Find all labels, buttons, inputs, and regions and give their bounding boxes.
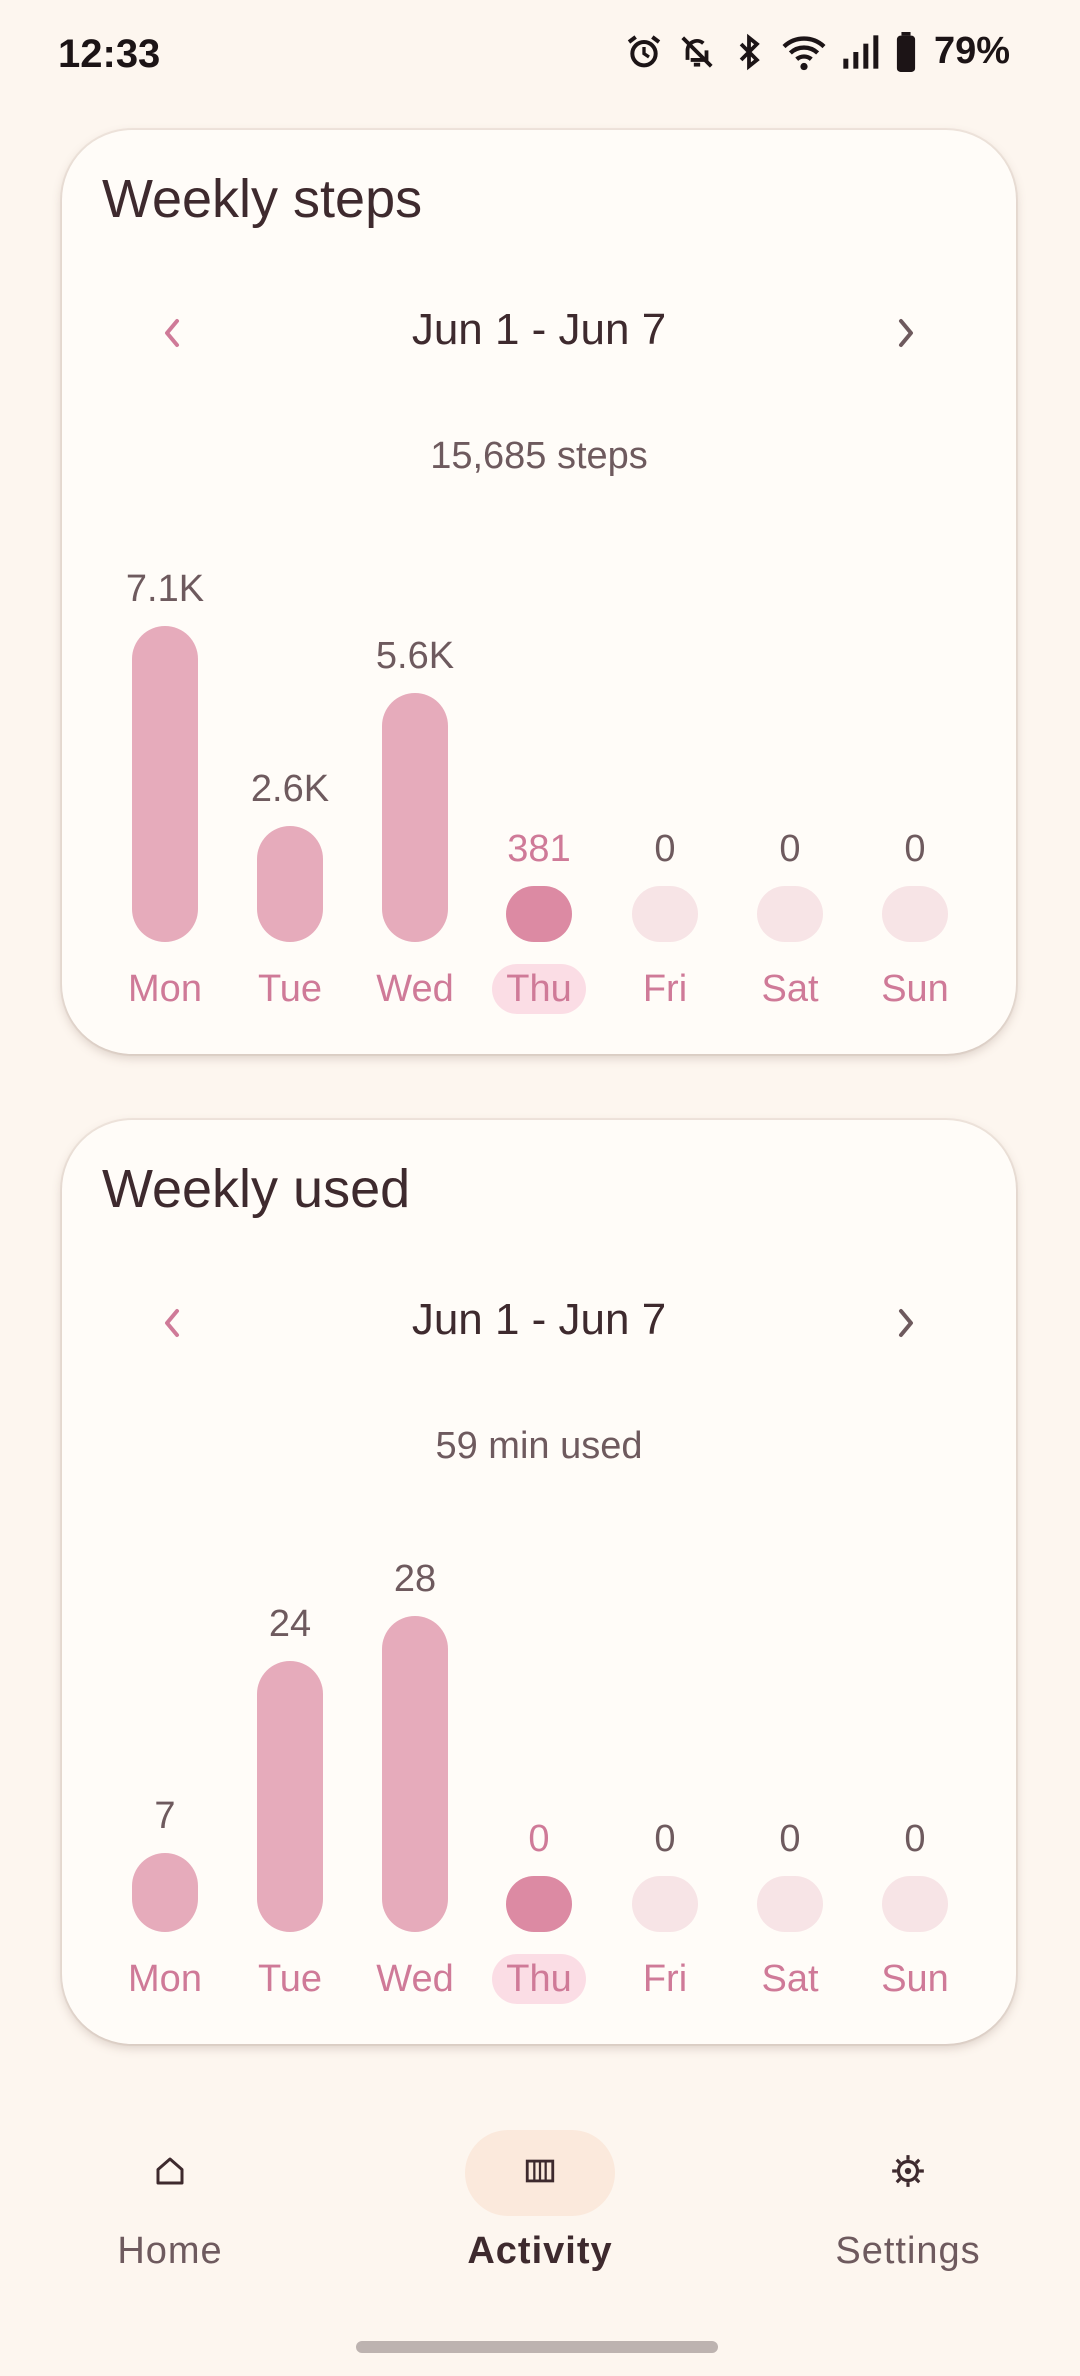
weekly-used-card: Weekly used Jun 1 - Jun 7 59 min used 7M… bbox=[62, 1120, 1016, 2044]
bar-value-wed: 5.6K bbox=[375, 634, 455, 677]
day-label-fri: Fri bbox=[605, 1958, 725, 2001]
bar-tue bbox=[257, 826, 323, 942]
status-icons: 79% bbox=[624, 30, 1010, 73]
bar-sat bbox=[757, 886, 823, 942]
bar-value-wed: 28 bbox=[393, 1558, 437, 1600]
day-label-tue: Tue bbox=[230, 968, 350, 1011]
day-label-text: Thu bbox=[492, 964, 586, 1014]
bar-wed bbox=[382, 1616, 448, 1932]
bar-mon bbox=[132, 626, 198, 942]
day-label-mon: Mon bbox=[105, 1958, 225, 2001]
day-label-text: Mon bbox=[128, 1958, 202, 2000]
bar-fri bbox=[632, 886, 698, 942]
day-label-text: Sun bbox=[881, 968, 949, 1010]
nav-item-settings[interactable]: Settings bbox=[788, 2130, 1028, 2273]
alarm-icon bbox=[624, 32, 664, 72]
bottom-navigation: Home Activity Settings bbox=[0, 2110, 1080, 2300]
day-label-text: Fri bbox=[642, 1958, 688, 2000]
bar-value-thu: 0 bbox=[528, 1818, 550, 1860]
day-label-sun: Sun bbox=[855, 1958, 975, 2001]
day-label-wed: Wed bbox=[355, 968, 475, 1011]
day-label-text: Wed bbox=[376, 1958, 454, 2000]
nav-label-settings: Settings bbox=[835, 2230, 981, 2272]
day-label-text: Wed bbox=[376, 968, 454, 1010]
bar-sun bbox=[882, 886, 948, 942]
wifi-icon bbox=[782, 32, 826, 72]
day-label-mon: Mon bbox=[105, 968, 225, 1011]
usage-bar-chart: 7 Mon 24 Tue 28 Wed 0 Thu 0 Fri 0 Sat 0 Sun bbox=[62, 1120, 1016, 2044]
home-indicator bbox=[356, 2341, 718, 2353]
bar-value-tue: 2.6K bbox=[250, 768, 330, 811]
gear-icon bbox=[889, 2152, 927, 2195]
home-icon bbox=[152, 2153, 188, 2194]
day-label-text: Thu bbox=[492, 1954, 586, 2004]
home-icon-wrap bbox=[95, 2130, 245, 2216]
bar-value-fri: 0 bbox=[654, 828, 676, 870]
day-label-thu: Thu bbox=[479, 964, 599, 1014]
bar-value-fri: 0 bbox=[654, 1818, 676, 1860]
bar-tue bbox=[257, 1661, 323, 1932]
bluetooth-icon bbox=[730, 33, 768, 71]
activity-icon bbox=[523, 2154, 557, 2193]
bar-value-sat: 0 bbox=[779, 828, 801, 870]
bar-sat bbox=[757, 1876, 823, 1932]
bar-wed bbox=[382, 692, 448, 942]
day-label-fri: Fri bbox=[605, 968, 725, 1011]
nav-item-home[interactable]: Home bbox=[50, 2130, 290, 2273]
status-bar: 12:33 79% bbox=[0, 0, 1080, 120]
bar-mon bbox=[132, 1853, 198, 1932]
day-label-wed: Wed bbox=[355, 1958, 475, 2001]
bar-value-tue: 24 bbox=[268, 1603, 312, 1646]
battery-icon bbox=[894, 31, 918, 72]
bar-thu bbox=[506, 886, 572, 942]
bar-value-mon: 7.1K bbox=[125, 568, 205, 610]
nav-item-activity[interactable]: Activity bbox=[420, 2130, 660, 2273]
nav-label-activity: Activity bbox=[467, 2230, 613, 2272]
battery-level: 79% bbox=[933, 30, 1010, 72]
day-label-text: Mon bbox=[128, 968, 202, 1010]
weekly-steps-card: Weekly steps Jun 1 - Jun 7 15,685 steps … bbox=[62, 130, 1016, 1054]
day-label-text: Sun bbox=[881, 1958, 949, 2000]
activity-icon-wrap bbox=[465, 2130, 615, 2216]
day-label-thu: Thu bbox=[479, 1954, 599, 2004]
bar-thu bbox=[506, 1876, 572, 1932]
day-label-sun: Sun bbox=[855, 968, 975, 1011]
bar-value-thu: 381 bbox=[507, 828, 571, 870]
day-label-text: Sat bbox=[761, 968, 819, 1010]
bar-value-mon: 7 bbox=[154, 1795, 176, 1837]
nav-label-home: Home bbox=[117, 2230, 223, 2272]
bell-off-icon bbox=[678, 33, 716, 71]
day-label-text: Tue bbox=[257, 968, 323, 1010]
gear-icon-wrap bbox=[833, 2130, 983, 2216]
bar-sun bbox=[882, 1876, 948, 1932]
day-label-text: Tue bbox=[257, 1958, 323, 2000]
steps-bar-chart: 7.1K Mon 2.6K Tue 5.6K Wed 381 Thu 0 Fri 0 Sat 0 Sun bbox=[62, 130, 1016, 1054]
bar-value-sat: 0 bbox=[779, 1818, 801, 1860]
day-label-text: Sat bbox=[761, 1958, 819, 2000]
bar-value-sun: 0 bbox=[904, 1818, 926, 1860]
day-label-text: Fri bbox=[642, 968, 688, 1010]
day-label-tue: Tue bbox=[230, 1958, 350, 2001]
signal-icon bbox=[840, 33, 880, 71]
bar-value-sun: 0 bbox=[904, 828, 926, 870]
day-label-sat: Sat bbox=[730, 968, 850, 1011]
bar-fri bbox=[632, 1876, 698, 1932]
status-time: 12:33 bbox=[58, 32, 161, 76]
day-label-sat: Sat bbox=[730, 1958, 850, 2001]
